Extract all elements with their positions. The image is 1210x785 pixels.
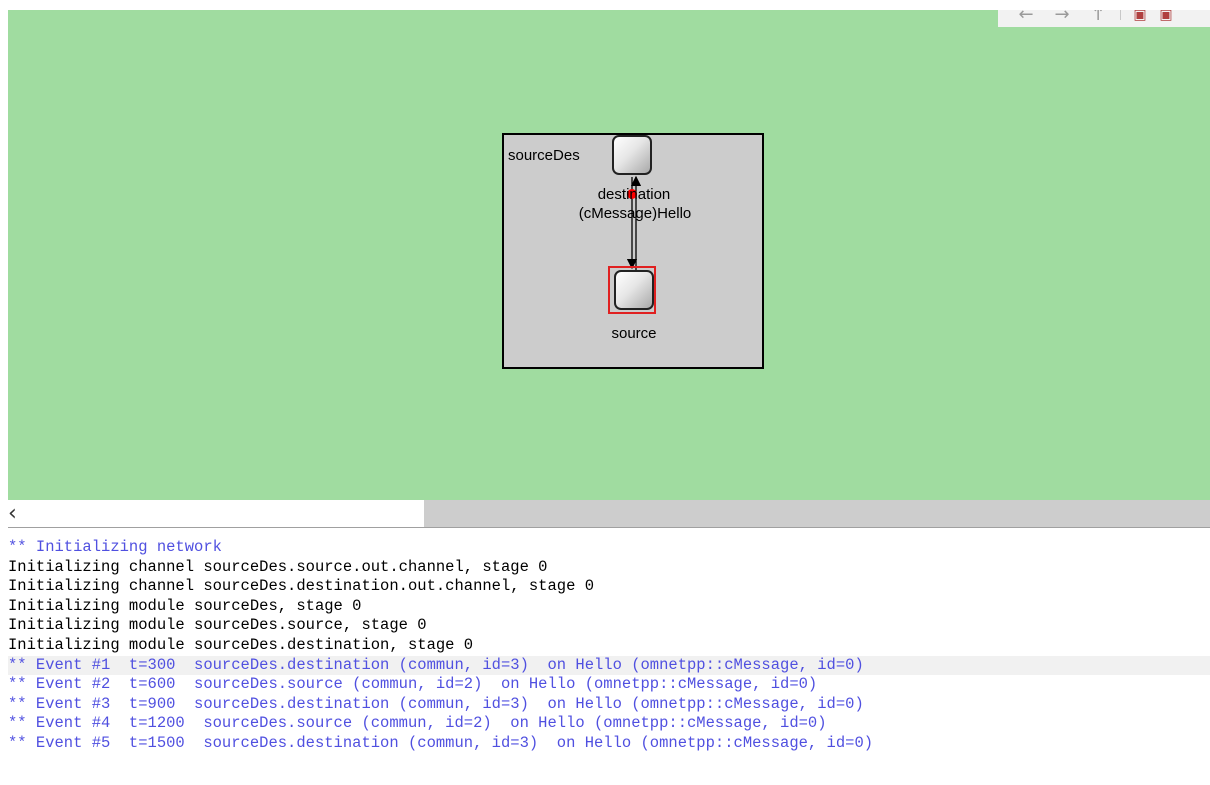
log-line: Initializing channel sourceDes.source.ou… <box>8 557 548 576</box>
log-line: Initializing channel sourceDes.destinati… <box>8 577 594 596</box>
network-canvas[interactable]: ← → ↑ ▣ ▣ sourceDes destination (cMessag… <box>8 10 1210 500</box>
horizontal-scrollbar[interactable]: ‹ <box>8 500 1210 528</box>
log-line: ** Event #3 t=900 sourceDes.destination … <box>8 694 864 713</box>
network-module-sourcedes[interactable]: sourceDes destination (cMessage)Hello so… <box>502 133 764 369</box>
canvas-toolbar: ← → ↑ ▣ ▣ <box>998 10 1210 27</box>
destination-label: destination <box>597 186 671 203</box>
message-label: (cMessage)Hello <box>578 205 692 222</box>
log-line: ** Event #5 t=1500 sourceDes.destination… <box>8 733 874 752</box>
module-destination[interactable] <box>612 135 652 175</box>
log-line: Initializing module sourceDes.source, st… <box>8 616 427 635</box>
zoom-in-icon[interactable]: ▣ <box>1127 10 1153 27</box>
network-title: sourceDes <box>508 147 580 164</box>
scroll-left-icon[interactable]: ‹ <box>8 500 38 527</box>
toolbar-separator <box>1120 10 1121 20</box>
log-line: Initializing module sourceDes.destinatio… <box>8 635 474 654</box>
log-line: ** Event #1 t=300 sourceDes.destination … <box>8 655 1210 676</box>
log-line: ** Initializing network <box>8 538 222 556</box>
arrow-right-icon[interactable]: → <box>1044 10 1080 27</box>
arrow-left-icon[interactable]: ← <box>1008 10 1044 27</box>
zoom-out-icon[interactable]: ▣ <box>1153 10 1179 27</box>
log-line: ** Event #4 t=1200 sourceDes.source (com… <box>8 714 827 733</box>
log-line: Initializing module sourceDes, stage 0 <box>8 596 362 615</box>
module-source[interactable] <box>614 270 654 310</box>
arrow-up-icon[interactable]: ↑ <box>1080 10 1116 27</box>
source-label: source <box>611 325 657 342</box>
event-log[interactable]: ** Initializing network Initializing cha… <box>8 538 1210 785</box>
log-line: ** Event #2 t=600 sourceDes.source (comm… <box>8 675 818 694</box>
scrollbar-thumb[interactable] <box>424 500 1210 527</box>
